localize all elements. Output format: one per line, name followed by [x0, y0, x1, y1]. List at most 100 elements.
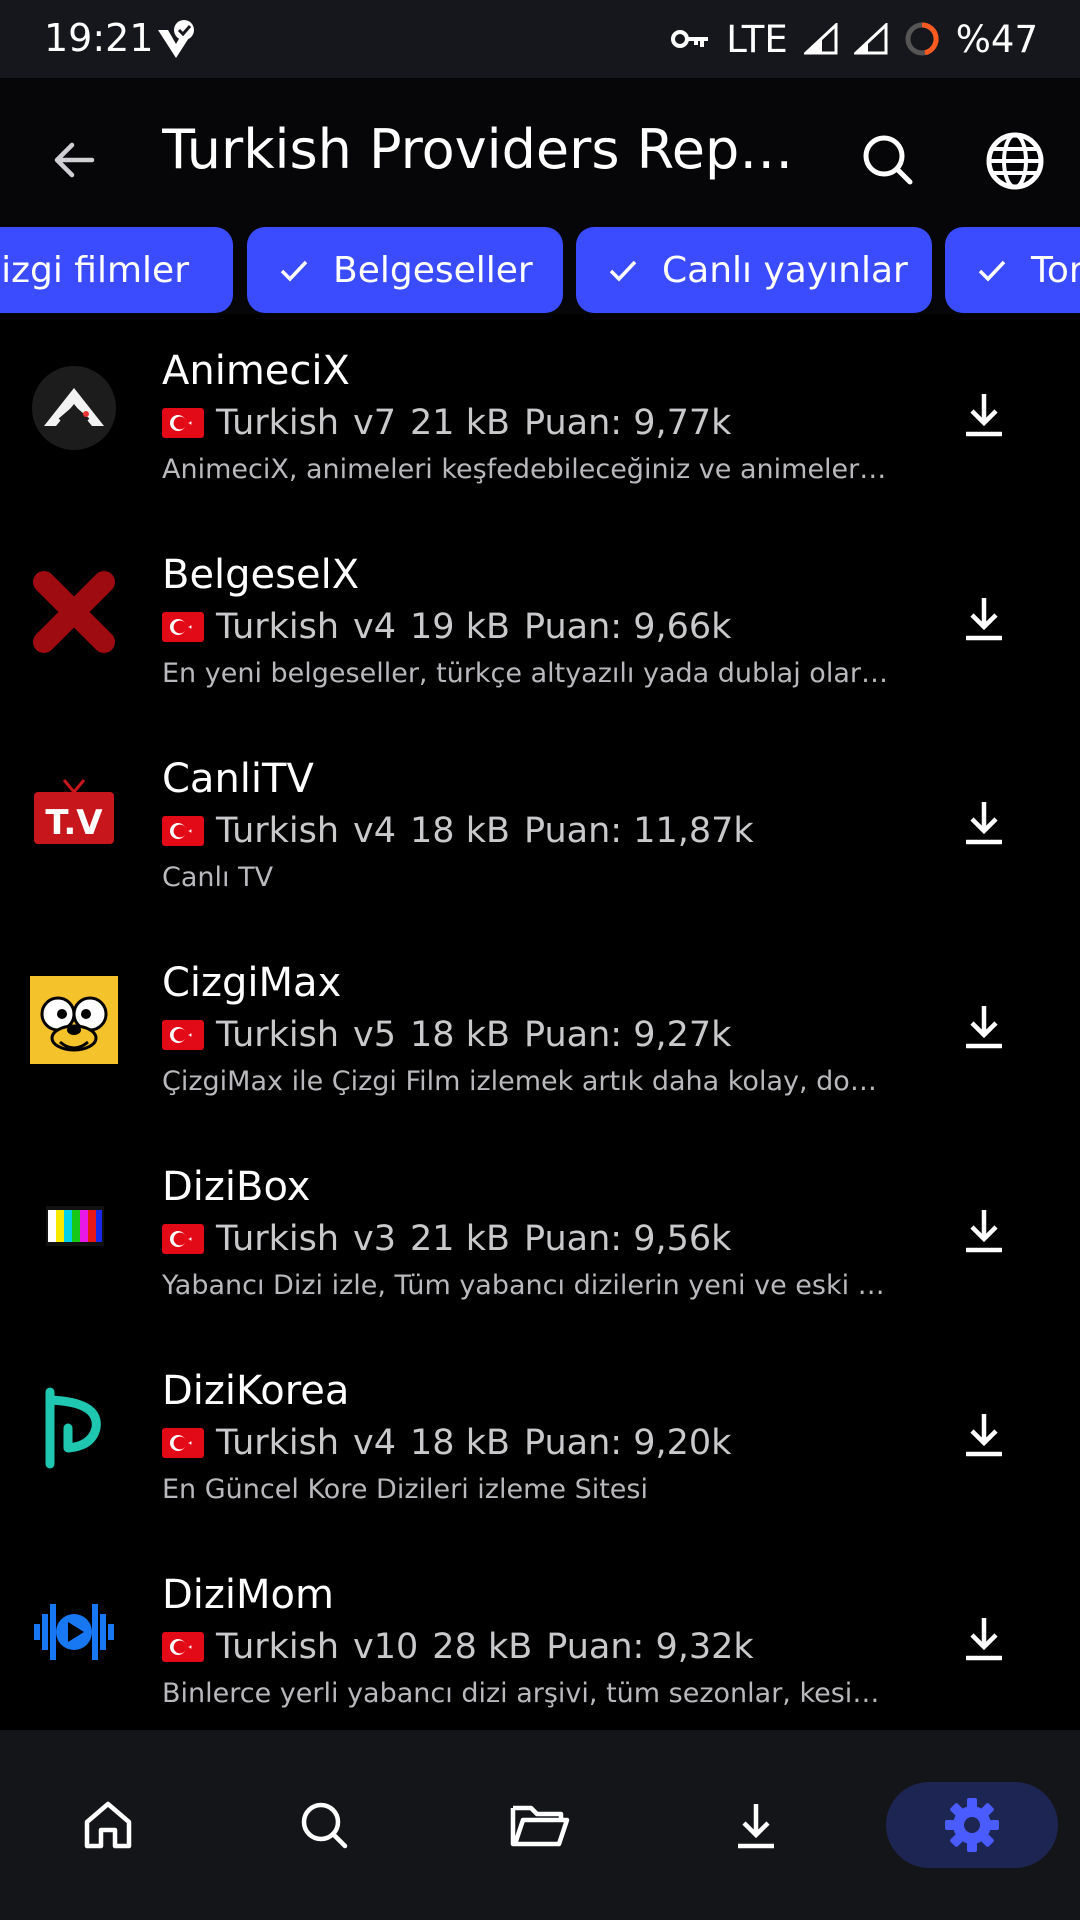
page-title: Turkish Providers Repository: [162, 118, 817, 181]
nav-home[interactable]: [58, 1780, 158, 1870]
provider-name: DiziBox: [162, 1164, 311, 1210]
list-item[interactable]: T.V CanliTV Turkish v4 18 kB Puan: 11,87…: [0, 722, 1080, 926]
nav-settings[interactable]: [922, 1780, 1022, 1870]
provider-language: Turkish: [216, 403, 340, 443]
provider-score: Puan: 9,66k: [523, 607, 732, 647]
search-icon[interactable]: [858, 130, 918, 190]
download-icon: [738, 1804, 774, 1849]
provider-meta: Turkish v7 21 kB Puan: 9,77k: [162, 400, 731, 446]
list-item[interactable]: AnimeciX Turkish v7 21 kB Puan: 9,77k An…: [0, 314, 1080, 518]
provider-score: Puan: 9,32k: [546, 1627, 754, 1667]
search-icon: [301, 1802, 348, 1849]
canlitv-logo-icon: T.V: [34, 779, 114, 844]
signal-icon-2: [853, 23, 888, 55]
provider-description: En Güncel Kore Dizileri izleme Sitesi: [162, 1474, 648, 1505]
settings-icon: [945, 1798, 999, 1852]
provider-size: 28 kB: [432, 1627, 533, 1667]
provider-language: Turkish: [216, 811, 340, 851]
download-icon[interactable]: [962, 1002, 1006, 1050]
status-right: LTE %47: [670, 16, 1038, 62]
provider-name: CizgiMax: [162, 960, 342, 1006]
turkey-flag-icon: [162, 1632, 204, 1662]
check-icon: [978, 260, 1006, 282]
chip-label: Canlı yayınlar: [662, 249, 908, 291]
provider-score: Puan: 9,77k: [523, 403, 732, 443]
provider-description: Canlı TV: [162, 862, 274, 893]
provider-meta: Turkish v4 18 kB Puan: 11,87k: [162, 808, 754, 854]
provider-description: AnimeciX, animeleri keşfedebileceğiniz v…: [162, 454, 892, 485]
provider-description: ÇizgiMax ile Çizgi Film izlemek artık da…: [162, 1066, 892, 1097]
status-time: 19:21: [44, 16, 154, 60]
back-arrow-icon[interactable]: [44, 130, 104, 190]
chip-canli-yayinlar[interactable]: Canlı yayınlar: [576, 227, 932, 313]
list-item[interactable]: DiziKorea Turkish v4 18 kB Puan: 9,20k E…: [0, 1334, 1080, 1538]
download-icon[interactable]: [962, 798, 1006, 846]
dizikorea-logo-icon: [45, 1387, 101, 1469]
provider-meta: Turkish v4 19 kB Puan: 9,66k: [162, 604, 731, 650]
provider-size: 19 kB: [410, 607, 510, 647]
provider-language: Turkish: [216, 1219, 340, 1259]
chip-cizgi-filmler[interactable]: Çizgi filmler: [0, 227, 233, 313]
verified-notification-icon: [158, 20, 194, 58]
list-item[interactable]: DiziBox Turkish v3 21 kB Puan: 9,56k Yab…: [0, 1130, 1080, 1334]
provider-size: 18 kB: [410, 1423, 510, 1463]
chip-torrent[interactable]: Torrent: [945, 227, 1080, 313]
provider-version: v3: [353, 1219, 397, 1259]
chip-belgeseller[interactable]: Belgeseller: [247, 227, 563, 313]
folder-icon: [510, 1805, 570, 1847]
provider-meta: Turkish v4 18 kB Puan: 9,20k: [162, 1420, 731, 1466]
vpn-key-icon: [671, 30, 709, 48]
animecix-logo-icon: [32, 366, 116, 450]
list-item[interactable]: BelgeselX Turkish v4 19 kB Puan: 9,66k E…: [0, 518, 1080, 722]
dizibox-logo-icon: [46, 1206, 104, 1246]
provider-size: 21 kB: [410, 403, 510, 443]
provider-description: Binlerce yerli yabancı dizi arşivi, tüm …: [162, 1678, 892, 1709]
provider-score: Puan: 9,56k: [523, 1219, 732, 1259]
provider-description: Yabancı Dizi izle, Tüm yabancı dizilerin…: [162, 1270, 892, 1301]
list-item[interactable]: CizgiMax Turkish v5 18 kB Puan: 9,27k Çi…: [0, 926, 1080, 1130]
category-chips: Çizgi filmler Belgeseller Canlı yayınlar…: [0, 226, 1080, 314]
download-icon[interactable]: [962, 594, 1006, 642]
turkey-flag-icon: [162, 612, 204, 642]
nav-library[interactable]: [490, 1780, 590, 1870]
provider-name: BelgeselX: [162, 552, 360, 598]
provider-version: v4: [353, 811, 397, 851]
provider-version: v10: [353, 1627, 419, 1667]
network-type: LTE: [726, 17, 788, 61]
belgeselx-logo-icon: [33, 571, 115, 653]
battery-level: %47: [955, 17, 1038, 61]
turkey-flag-icon: [162, 408, 204, 438]
check-icon: [280, 260, 308, 282]
app-bar: Turkish Providers Repository: [0, 78, 1080, 226]
provider-score: Puan: 9,20k: [523, 1423, 732, 1463]
provider-description: En yeni belgeseller, türkçe altyazılı ya…: [162, 658, 892, 689]
provider-score: Puan: 9,27k: [523, 1015, 732, 1055]
provider-name: CanliTV: [162, 756, 314, 802]
provider-meta: Turkish v3 21 kB Puan: 9,56k: [162, 1216, 731, 1262]
home-icon: [84, 1801, 132, 1849]
download-icon[interactable]: [962, 1614, 1006, 1662]
bottom-navigation: [0, 1730, 1080, 1920]
download-icon[interactable]: [962, 390, 1006, 438]
list-item[interactable]: DiziMom Turkish v10 28 kB Puan: 9,32k Bi…: [0, 1538, 1080, 1730]
status-bar: 19:21 LTE %47: [0, 0, 1080, 78]
turkey-flag-icon: [162, 816, 204, 846]
nav-downloads[interactable]: [706, 1780, 806, 1870]
download-icon[interactable]: [962, 1206, 1006, 1254]
provider-list: AnimeciX Turkish v7 21 kB Puan: 9,77k An…: [0, 314, 1080, 1730]
provider-version: v4: [353, 607, 397, 647]
nav-search[interactable]: [274, 1780, 374, 1870]
turkey-flag-icon: [162, 1020, 204, 1050]
provider-score: Puan: 11,87k: [523, 811, 754, 851]
provider-language: Turkish: [216, 1423, 340, 1463]
provider-language: Turkish: [216, 607, 340, 647]
globe-icon[interactable]: [984, 130, 1046, 192]
chip-label: Belgeseller: [333, 249, 533, 291]
provider-version: v7: [353, 403, 397, 443]
provider-language: Turkish: [216, 1015, 340, 1055]
provider-version: v4: [353, 1423, 397, 1463]
provider-meta: Turkish v10 28 kB Puan: 9,32k: [162, 1624, 754, 1670]
download-icon[interactable]: [962, 1410, 1006, 1458]
turkey-flag-icon: [162, 1224, 204, 1254]
cizgimax-logo-icon: [30, 976, 118, 1064]
